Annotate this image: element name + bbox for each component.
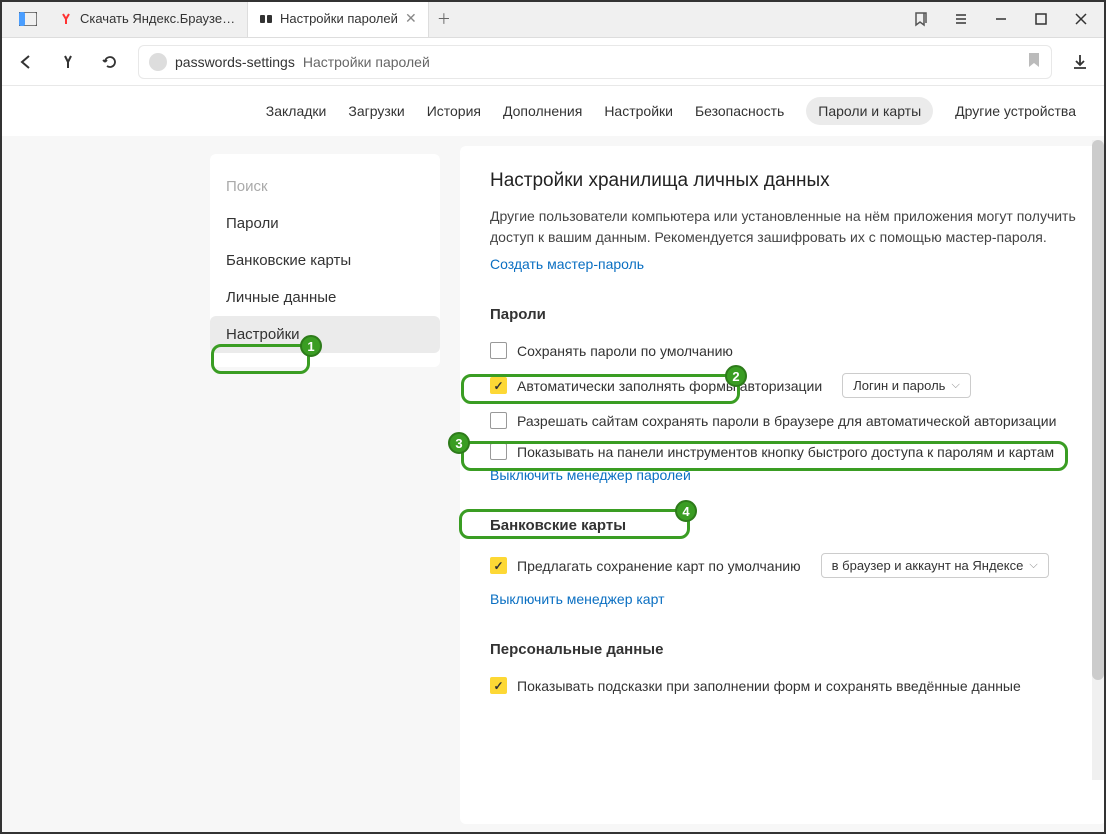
tab-password-settings[interactable]: Настройки паролей ✕	[248, 0, 429, 37]
option-label: Показывать на панели инструментов кнопку…	[517, 444, 1054, 460]
main-panel: Настройки хранилища личных данных Другие…	[460, 146, 1106, 824]
option-show-toolbar[interactable]: Показывать на панели инструментов кнопку…	[490, 436, 1076, 467]
nav-settings[interactable]: Настройки	[604, 103, 673, 119]
disable-password-manager-link[interactable]: Выключить менеджер паролей	[490, 467, 691, 483]
option-autofill[interactable]: Автоматически заполнять формы авторизаци…	[490, 366, 1076, 405]
back-button[interactable]	[12, 48, 40, 76]
checkbox-personal-hints[interactable]	[490, 677, 507, 694]
autofill-mode-dropdown[interactable]: Логин и пароль	[842, 373, 971, 398]
section-passwords: Пароли	[490, 306, 1076, 323]
sidebar-item-cards[interactable]: Банковские карты	[210, 242, 440, 279]
yandex-icon	[58, 11, 74, 27]
tab-label: Настройки паролей	[280, 11, 398, 26]
option-label: Предлагать сохранение карт по умолчанию	[517, 558, 801, 574]
new-tab-button[interactable]: ＋	[429, 0, 459, 37]
checkbox-save-default[interactable]	[490, 342, 507, 359]
nav-downloads[interactable]: Загрузки	[348, 103, 404, 119]
nav-passwords-cards[interactable]: Пароли и карты	[806, 97, 933, 125]
close-button[interactable]	[1071, 9, 1091, 29]
nav-history[interactable]: История	[427, 103, 481, 119]
badge-3: 3	[448, 432, 470, 454]
option-label: Сохранять пароли по умолчанию	[517, 343, 733, 359]
cards-mode-dropdown[interactable]: в браузер и аккаунт на Яндексе	[821, 553, 1049, 578]
checkbox-cards-save[interactable]	[490, 557, 507, 574]
nav-bookmarks[interactable]: Закладки	[266, 103, 327, 119]
checkbox-show-toolbar[interactable]	[490, 443, 507, 460]
section-personal: Персональные данные	[490, 641, 1076, 658]
page-title: Настройки хранилища личных данных	[490, 170, 1076, 192]
option-allow-sites[interactable]: Разрешать сайтам сохранять пароли в брау…	[490, 405, 1076, 436]
option-cards-save[interactable]: Предлагать сохранение карт по умолчанию …	[490, 546, 1076, 585]
yandex-logo-icon[interactable]	[54, 48, 82, 76]
sidebar-item-label: Настройки	[226, 326, 300, 343]
checkbox-allow-sites[interactable]	[490, 412, 507, 429]
scrollbar[interactable]	[1092, 140, 1104, 780]
nav-security[interactable]: Безопасность	[695, 103, 784, 119]
badge-4: 4	[675, 500, 697, 522]
page-nav: Закладки Загрузки История Дополнения Нас…	[0, 86, 1106, 136]
nav-other-devices[interactable]: Другие устройства	[955, 103, 1076, 119]
address-field[interactable]: passwords-settings Настройки паролей	[138, 45, 1052, 79]
bookmark-icon[interactable]	[911, 9, 931, 29]
option-personal-hints[interactable]: Показывать подсказки при заполнении форм…	[490, 670, 1076, 701]
sidebar-item-passwords[interactable]: Пароли	[210, 205, 440, 242]
sidebar-item-personal[interactable]: Личные данные	[210, 279, 440, 316]
settings-icon	[258, 11, 274, 27]
scroll-thumb[interactable]	[1092, 140, 1104, 680]
sidebar-toggle-icon[interactable]	[16, 7, 40, 31]
download-button[interactable]	[1066, 48, 1094, 76]
nav-addons[interactable]: Дополнения	[503, 103, 582, 119]
disable-cards-manager-link[interactable]: Выключить менеджер карт	[490, 591, 664, 607]
sidebar-item-settings[interactable]: Настройки	[210, 316, 440, 353]
option-label: Разрешать сайтам сохранять пароли в брау…	[517, 413, 1056, 429]
url-secondary: Настройки паролей	[303, 54, 430, 70]
option-label: Показывать подсказки при заполнении форм…	[517, 678, 1021, 694]
sidebar-search[interactable]: Поиск	[210, 168, 440, 205]
globe-icon	[149, 53, 167, 71]
menu-icon[interactable]	[951, 9, 971, 29]
url-primary: passwords-settings	[175, 54, 295, 70]
reload-button[interactable]	[96, 48, 124, 76]
sidebar: Поиск Пароли Банковские карты Личные дан…	[210, 154, 440, 367]
maximize-button[interactable]	[1031, 9, 1051, 29]
description-text: Другие пользователи компьютера или устан…	[490, 206, 1076, 248]
tab-label: Скачать Яндекс.Браузер д	[80, 11, 237, 26]
option-save-default[interactable]: Сохранять пароли по умолчанию	[490, 335, 1076, 366]
create-master-password-link[interactable]: Создать мастер-пароль	[490, 256, 644, 272]
tab-yandex-download[interactable]: Скачать Яндекс.Браузер д	[48, 0, 248, 37]
close-icon[interactable]: ✕	[404, 12, 418, 26]
checkbox-autofill[interactable]	[490, 377, 507, 394]
option-label: Автоматически заполнять формы авторизаци…	[517, 378, 822, 394]
minimize-button[interactable]	[991, 9, 1011, 29]
bookmark-page-icon[interactable]	[1027, 52, 1041, 71]
section-cards: Банковские карты	[490, 517, 1076, 534]
badge-2: 2	[725, 365, 747, 387]
badge-1: 1	[300, 335, 322, 357]
